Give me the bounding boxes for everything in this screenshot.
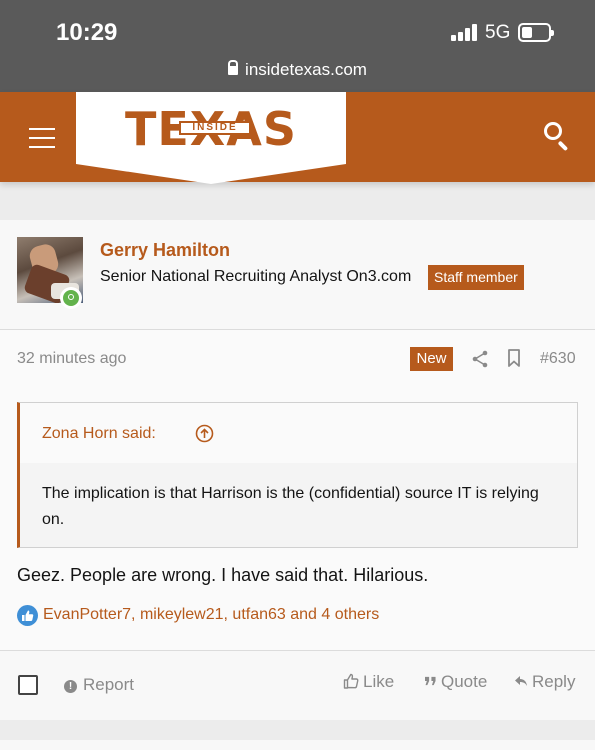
report-label: Report (83, 675, 135, 694)
search-icon[interactable] (544, 122, 572, 152)
reply-label: Reply (532, 672, 576, 691)
quote-button[interactable]: Quote (424, 672, 487, 692)
site-header: TEXAS INSIDE (0, 92, 595, 184)
share-icon[interactable] (472, 350, 488, 368)
forum-post: Gerry Hamilton Senior National Recruitin… (0, 220, 595, 720)
url-text: insidetexas.com (245, 60, 367, 79)
online-status-icon (60, 287, 82, 309)
thumbs-up-icon (17, 605, 38, 626)
site-logo[interactable]: TEXAS INSIDE (76, 92, 346, 184)
quote-author[interactable]: Zona Horn said: (42, 425, 156, 443)
alert-icon: ! (64, 680, 77, 693)
logo-inside-label: INSIDE (179, 121, 251, 135)
network-label: 5G (485, 22, 511, 43)
quote-icon (425, 676, 436, 686)
signal-icon (451, 24, 478, 41)
select-checkbox[interactable] (18, 675, 38, 695)
hamburger-icon[interactable] (29, 128, 55, 148)
address-bar[interactable]: insidetexas.com (0, 60, 595, 80)
reply-button[interactable]: Reply (514, 672, 575, 692)
arrow-up-circle-icon[interactable] (195, 424, 214, 443)
next-post-edge (0, 740, 595, 750)
status-bar: 10:29 5G insidetexas.com (0, 0, 595, 92)
post-number-link[interactable]: #630 (540, 350, 576, 368)
post-timestamp[interactable]: 32 minutes ago (17, 350, 126, 368)
quote-text: The implication is that Harrison is the … (42, 485, 539, 528)
post-meta-row: 32 minutes ago New #630 (0, 330, 595, 390)
post-body: Geez. People are wrong. I have said that… (17, 565, 429, 585)
quote-label: Quote (441, 672, 488, 691)
lock-icon (228, 60, 239, 75)
like-label: Like (363, 672, 395, 691)
thumbs-up-outline-icon (343, 673, 359, 689)
bookmark-icon[interactable] (507, 349, 521, 367)
quote-block: Zona Horn said: The implication is that … (17, 402, 578, 548)
author-name[interactable]: Gerry Hamilton (100, 240, 230, 261)
like-button[interactable]: Like (343, 672, 394, 692)
quote-header: Zona Horn said: (20, 403, 577, 463)
post-actions: ! Report Like Quote Reply (0, 650, 595, 720)
author-title: Senior National Recruiting Analyst On3.c… (100, 268, 412, 285)
post-author-block: Gerry Hamilton Senior National Recruitin… (0, 220, 595, 330)
reply-icon (515, 676, 527, 686)
battery-icon (518, 23, 554, 42)
reaction-users[interactable]: EvanPotter7, mikeylew21, utfan63 and 4 o… (43, 606, 379, 624)
status-time: 10:29 (56, 19, 118, 46)
staff-badge: Staff member (428, 265, 524, 290)
new-badge: New (410, 347, 453, 371)
report-button[interactable]: ! Report (64, 675, 134, 695)
